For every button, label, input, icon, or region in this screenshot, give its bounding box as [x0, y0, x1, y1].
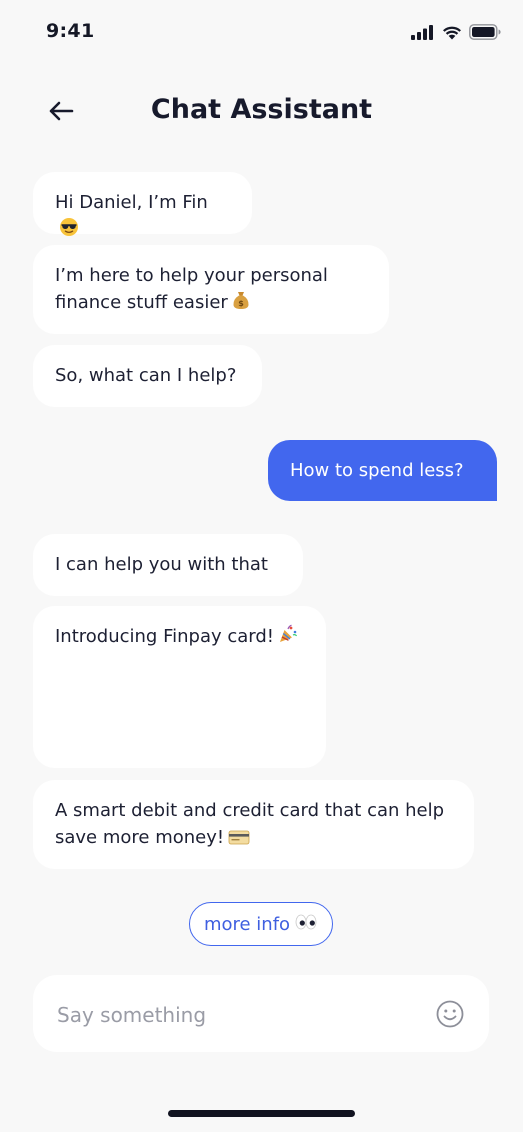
wifi-icon: [443, 26, 461, 40]
user-message: How to spend less?: [268, 440, 497, 501]
money-bag-emoji-icon: $: [232, 290, 250, 318]
battery-icon: [469, 24, 501, 40]
assistant-message: I can help you with that: [33, 534, 303, 596]
header: Chat Assistant: [0, 84, 523, 140]
status-time: 9:41: [46, 20, 95, 42]
party-popper-emoji-icon: [278, 624, 298, 652]
home-indicator[interactable]: [168, 1110, 355, 1117]
status-bar: 9:41: [0, 0, 523, 66]
credit-card-emoji-icon: [228, 826, 250, 853]
message-text-line: I’m here to help your personal: [55, 265, 328, 286]
assistant-message: Introducing Finpay card!: [33, 606, 326, 768]
assistant-message: So, what can I help?: [33, 345, 262, 407]
signal-icon: [411, 25, 433, 40]
more-info-label: more info: [203, 913, 291, 935]
message-text-line: finance stuff easier: [55, 292, 228, 313]
svg-text:$: $: [238, 299, 244, 308]
message-input[interactable]: [55, 997, 419, 1033]
assistant-message: A smart debit and credit card that can h…: [33, 780, 474, 869]
emoji-button[interactable]: [435, 999, 465, 1029]
message-text: I can help you with that: [55, 554, 268, 575]
assistant-message: I’m here to help your personal finance s…: [33, 245, 389, 334]
message-text: So, what can I help?: [55, 365, 237, 386]
message-text: How to spend less?: [290, 460, 464, 481]
page-title: Chat Assistant: [150, 94, 373, 125]
eyes-emoji-icon: [294, 913, 318, 936]
message-text: Hi Daniel, I’m Fin: [55, 192, 208, 213]
more-info-button[interactable]: more info: [189, 902, 333, 946]
message-composer: [33, 975, 489, 1052]
message-text: Introducing Finpay card!: [55, 626, 275, 647]
assistant-message: Hi Daniel, I’m Fin: [33, 172, 252, 236]
status-icons: [411, 24, 501, 40]
message-text-line: save more money!: [55, 827, 225, 848]
smile-icon: [436, 1000, 464, 1028]
sunglasses-emoji-icon: [59, 217, 79, 245]
message-text-line: A smart debit and credit card that can h…: [55, 800, 445, 821]
